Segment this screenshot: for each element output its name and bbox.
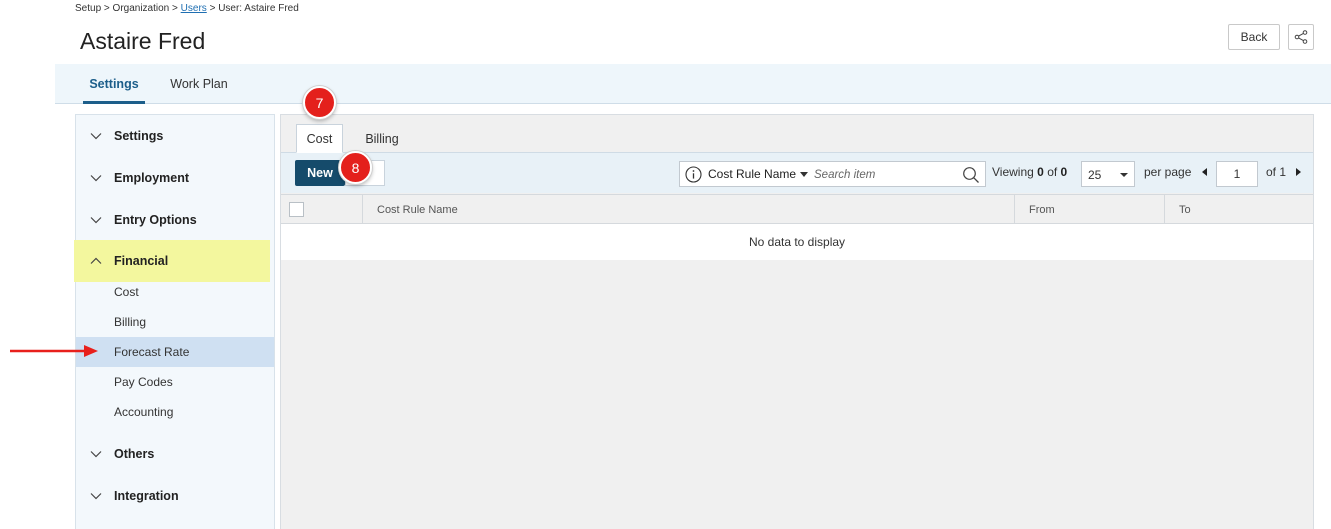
per-page-select[interactable]: 25 — [1081, 161, 1135, 187]
top-tab-bar: Settings Work Plan — [55, 64, 1331, 104]
sidebar-item-label: Billing — [114, 315, 147, 329]
sidebar-item-forecast-rate[interactable]: Forecast Rate — [76, 337, 274, 367]
info-icon[interactable] — [685, 166, 702, 183]
sidebar-section-settings[interactable]: Settings — [76, 121, 274, 151]
sidebar-section-entry-options[interactable]: Entry Options — [76, 205, 274, 235]
sidebar-section-integration[interactable]: Integration — [76, 481, 274, 511]
back-button[interactable]: Back — [1228, 24, 1280, 50]
column-divider — [362, 195, 363, 224]
chevron-down-icon — [90, 133, 102, 140]
search-input[interactable] — [814, 166, 954, 183]
page-number-input[interactable]: 1 — [1216, 161, 1258, 187]
sidebar-item-label: Pay Codes — [114, 375, 173, 389]
tab-cost[interactable]: Cost — [296, 124, 343, 153]
new-button[interactable]: New — [295, 160, 345, 186]
sidebar-section-others[interactable]: Others — [76, 439, 274, 469]
chevron-down-icon — [90, 175, 102, 182]
share-icon — [1294, 30, 1308, 44]
breadcrumb-setup[interactable]: Setup — [75, 3, 101, 14]
sidebar-item-billing[interactable]: Billing — [76, 307, 274, 337]
chevron-up-icon — [90, 257, 102, 264]
search-box: Cost Rule Name — [679, 161, 986, 187]
sidebar-section-label: Entry Options — [114, 213, 197, 227]
search-icon[interactable] — [962, 166, 980, 184]
breadcrumb-separator: > — [172, 3, 178, 14]
tab-billing[interactable]: Billing — [357, 124, 407, 153]
sidebar-item-cost[interactable]: Cost — [76, 277, 274, 307]
select-all-checkbox[interactable] — [289, 202, 304, 217]
step-callout-badge: 7 — [303, 86, 336, 119]
sidebar: Settings Employment Entry Options Financ… — [74, 114, 275, 529]
chevron-down-icon — [90, 451, 102, 458]
per-page-label: per page — [1144, 165, 1192, 179]
main-panel: Cost Billing New Cost Rule Name Viewing … — [280, 114, 1314, 529]
caret-down-icon — [1120, 173, 1128, 177]
breadcrumb-current: User: Astaire Fred — [218, 3, 299, 14]
tab-settings[interactable]: Settings — [83, 64, 145, 104]
sidebar-section-label: Financial — [114, 254, 169, 268]
sidebar-section-financial[interactable]: Financial — [74, 240, 270, 282]
step-callout-badge: 8 — [339, 151, 372, 184]
viewing-count: Viewing 0 of 0 — [992, 165, 1067, 179]
empty-grid-message: No data to display — [281, 224, 1313, 260]
annotation-arrow-icon — [10, 345, 98, 357]
column-divider — [1164, 195, 1165, 224]
sidebar-section-label: Others — [114, 447, 155, 461]
page-title: Astaire Fred — [80, 28, 206, 54]
sidebar-item-label: Accounting — [114, 405, 174, 419]
sidebar-section-label: Employment — [114, 171, 190, 185]
column-header-cost-rule-name[interactable]: Cost Rule Name — [377, 195, 458, 224]
sidebar-item-label: Forecast Rate — [114, 345, 190, 359]
search-field-selector[interactable]: Cost Rule Name — [708, 167, 796, 181]
caret-down-icon[interactable] — [800, 172, 808, 177]
share-button[interactable] — [1288, 24, 1314, 50]
grid-toolbar: New Cost Rule Name Viewing 0 of 0 25 — [281, 153, 1313, 193]
viewing-from: 0 — [1037, 165, 1044, 179]
chevron-down-icon — [90, 493, 102, 500]
column-divider — [1014, 195, 1015, 224]
sidebar-section-label: Settings — [114, 129, 164, 143]
breadcrumb-separator: > — [209, 3, 216, 14]
sidebar-item-accounting[interactable]: Accounting — [76, 397, 274, 427]
previous-page-icon[interactable] — [1202, 168, 1207, 176]
column-header-from[interactable]: From — [1029, 195, 1055, 224]
breadcrumb-users-link[interactable]: Users — [181, 3, 207, 14]
breadcrumb-organization[interactable]: Organization — [113, 3, 170, 14]
per-page-value: 25 — [1088, 168, 1102, 182]
sidebar-item-label: Cost — [114, 285, 139, 299]
chevron-down-icon — [90, 217, 102, 224]
sub-tab-bar: Cost Billing — [281, 115, 1313, 153]
breadcrumb-separator: > — [103, 3, 110, 14]
total-pages: of 1 — [1266, 165, 1287, 179]
viewing-total: 0 — [1060, 165, 1068, 179]
tab-work-plan[interactable]: Work Plan — [165, 64, 233, 104]
sidebar-section-employment[interactable]: Employment — [76, 163, 274, 193]
column-header-to[interactable]: To — [1179, 195, 1191, 224]
viewing-of: of — [1047, 165, 1058, 179]
next-page-icon[interactable] — [1296, 168, 1301, 176]
sidebar-item-pay-codes[interactable]: Pay Codes — [76, 367, 274, 397]
sidebar-section-label: Integration — [114, 489, 179, 503]
grid-header: Cost Rule Name From To — [281, 194, 1313, 224]
breadcrumb: Setup > Organization > Users > User: Ast… — [75, 3, 299, 14]
viewing-prefix: Viewing — [992, 165, 1034, 179]
